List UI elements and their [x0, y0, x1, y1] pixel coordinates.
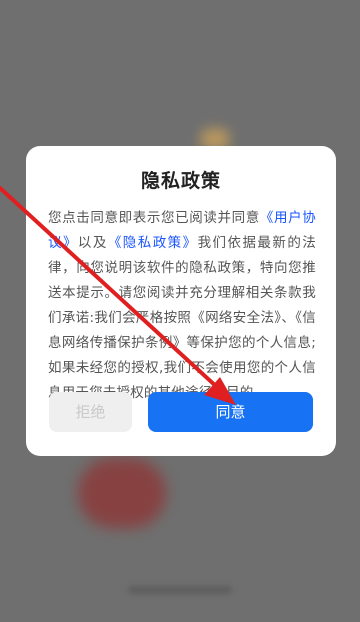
agree-button[interactable]: 同意	[148, 392, 313, 432]
body-rest-text: 我们依据最新的法律，向您说明该软件的隐私政策，特向您推送本提示。请您阅读并充分理…	[48, 235, 316, 401]
screen: 隐私政策 您点击同意即表示您已阅读并同意《用户协议》以及《隐私政策》我们依据最新…	[0, 0, 360, 622]
background-app-logo-blur	[78, 458, 166, 528]
dialog-body-text: 您点击同意即表示您已阅读并同意《用户协议》以及《隐私政策》我们依据最新的法律，向…	[48, 206, 316, 406]
background-app-text-blur	[128, 586, 232, 594]
privacy-policy-link[interactable]: 《隐私政策》	[108, 235, 198, 251]
dialog-title: 隐私政策	[140, 170, 221, 192]
reject-button[interactable]: 拒绝	[49, 392, 132, 432]
body-and-text: 以及	[77, 235, 108, 251]
privacy-policy-dialog: 隐私政策 您点击同意即表示您已阅读并同意《用户协议》以及《隐私政策》我们依据最新…	[26, 146, 336, 456]
body-intro-text: 您点击同意即表示您已阅读并同意	[48, 210, 260, 226]
